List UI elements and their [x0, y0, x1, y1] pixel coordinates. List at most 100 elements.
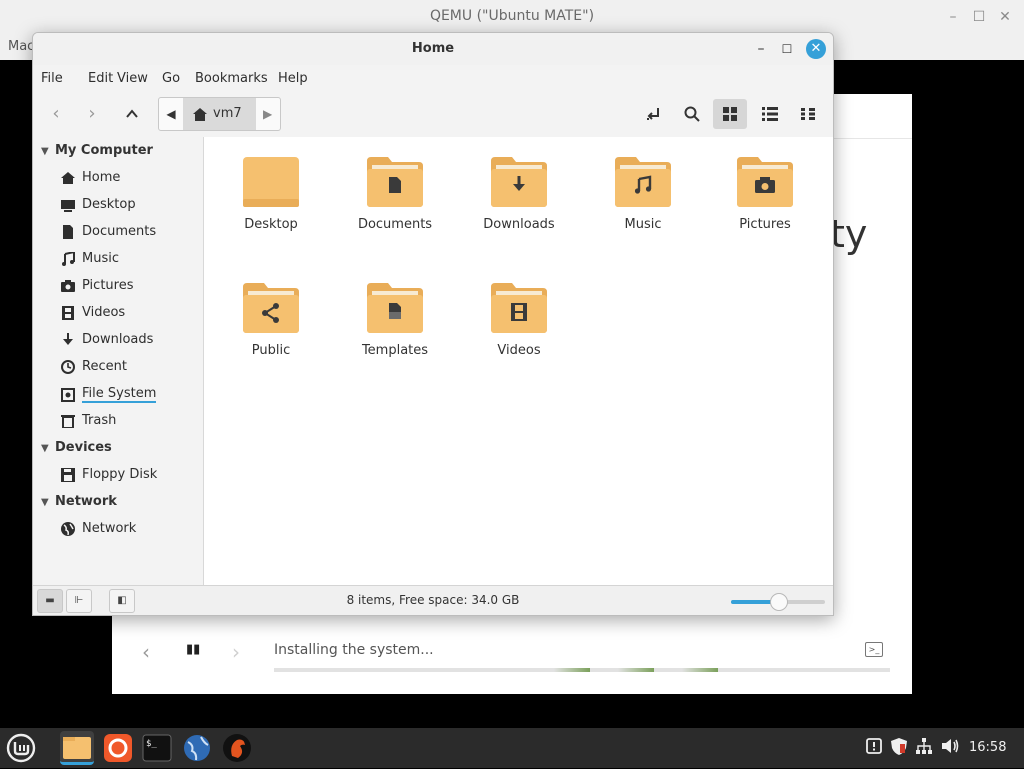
- sidebar-item-network[interactable]: Network: [61, 521, 136, 536]
- sidebar-item-videos[interactable]: Videos: [61, 305, 125, 320]
- sidebar-item-downloads[interactable]: Downloads: [61, 332, 153, 347]
- mint-menu-button[interactable]: [4, 731, 38, 765]
- window-title: Home: [411, 41, 455, 56]
- show-places-button[interactable]: ▬: [37, 589, 63, 613]
- folder-item-public[interactable]: Public: [216, 281, 326, 358]
- volume-icon[interactable]: [942, 738, 960, 758]
- folder-label: Desktop: [244, 217, 298, 232]
- sidebar-item-floppy-disk[interactable]: Floppy Disk: [61, 467, 157, 482]
- back-button[interactable]: ‹: [39, 99, 73, 129]
- update-notification-icon[interactable]: [866, 738, 882, 758]
- collapse-triangle-icon: ▼: [41, 146, 49, 157]
- folder-item-music[interactable]: Music: [588, 155, 698, 232]
- terminal-toggle-icon[interactable]: >_: [865, 642, 883, 657]
- qemu-title: QEMU ("Ubuntu MATE"): [429, 8, 595, 24]
- folder-icon: [63, 737, 91, 759]
- taskbar-installer-button[interactable]: [220, 731, 254, 765]
- forward-button[interactable]: ›: [75, 99, 109, 129]
- sidebar-section-network[interactable]: ▼ Network: [41, 494, 117, 509]
- sidebar-section-my-computer[interactable]: ▼ My Computer: [41, 143, 153, 158]
- download-icon: [63, 332, 73, 345]
- sidebar-item-trash[interactable]: Trash: [61, 413, 116, 428]
- compact-view-button[interactable]: [791, 99, 825, 129]
- taskbar-browser-button[interactable]: [180, 731, 214, 765]
- folder-item-documents[interactable]: Documents: [340, 155, 450, 232]
- folder-public-icon: [243, 283, 299, 333]
- installer-footer: ‹ ▮▮ ›: [112, 624, 912, 694]
- icon-view-button[interactable]: [713, 99, 747, 129]
- list-view-button[interactable]: [753, 99, 787, 129]
- svg-text:$_: $_: [146, 739, 157, 749]
- trash-icon: [61, 414, 75, 428]
- fm-titlebar: Home – ☐ ✕: [33, 33, 833, 65]
- music-icon: [62, 251, 75, 266]
- taskbar: $_ 16:58: [0, 728, 1024, 768]
- sidebar-section-devices[interactable]: ▼ Devices: [41, 440, 112, 455]
- open-terminal-button[interactable]: [637, 99, 671, 129]
- menubar: File Edit View Go Bookmarks Help: [33, 67, 833, 91]
- taskbar-files-button[interactable]: [60, 731, 94, 765]
- sidebar-item-home[interactable]: Home: [61, 170, 120, 185]
- menu-go[interactable]: Go: [162, 71, 180, 86]
- search-button[interactable]: [675, 99, 709, 129]
- shield-icon[interactable]: [891, 738, 907, 759]
- folder-item-desktop[interactable]: Desktop: [216, 155, 326, 232]
- taskbar-firefox-button[interactable]: [101, 731, 135, 765]
- up-button[interactable]: [115, 99, 149, 129]
- maximize-button[interactable]: ☐: [777, 39, 797, 59]
- sidebar-item-file-system[interactable]: File System: [61, 386, 157, 403]
- menu-view[interactable]: View: [117, 71, 148, 86]
- sidebar-item-music[interactable]: Music: [61, 251, 119, 266]
- path-right-arrow[interactable]: ▶: [256, 98, 280, 130]
- installer-status-text: Installing the system...: [274, 642, 434, 658]
- installer-next-icon[interactable]: ›: [232, 640, 240, 664]
- folder-music-icon: [615, 157, 671, 207]
- qemu-close-button[interactable]: ✕: [994, 6, 1016, 28]
- installer-progress-bar: [274, 668, 890, 672]
- collapse-triangle-icon: ▼: [41, 497, 49, 508]
- film-icon: [62, 305, 74, 320]
- folder-item-templates[interactable]: Templates: [340, 281, 450, 358]
- menu-edit[interactable]: Edit: [88, 71, 113, 86]
- sidebar-item-recent[interactable]: Recent: [61, 359, 127, 374]
- home-icon: [193, 107, 207, 121]
- menu-file[interactable]: File: [41, 71, 63, 86]
- path-left-arrow[interactable]: ◀: [159, 98, 183, 130]
- folder-item-downloads[interactable]: Downloads: [464, 155, 574, 232]
- search-icon: [684, 106, 700, 122]
- installer-pause-icon[interactable]: ▮▮: [186, 642, 200, 657]
- statusbar: ▬ ⊩ ◧ 8 items, Free space: 34.0 GB: [33, 585, 833, 615]
- minimize-button[interactable]: –: [751, 39, 771, 59]
- grid-icon: [723, 107, 737, 121]
- qemu-minimize-button[interactable]: –: [942, 6, 964, 28]
- folder-item-pictures[interactable]: Pictures: [712, 155, 818, 232]
- camera-icon: [61, 279, 75, 292]
- path-crumb-home[interactable]: vm7: [183, 98, 256, 130]
- folder-videos-icon: [491, 283, 547, 333]
- qemu-menu-machine[interactable]: Mac: [8, 39, 34, 54]
- network-status-icon[interactable]: [916, 738, 932, 758]
- sidebar-item-pictures[interactable]: Pictures: [61, 278, 133, 293]
- folder-item-videos[interactable]: Videos: [464, 281, 574, 358]
- list-icon: [762, 107, 778, 121]
- sidebar-item-documents[interactable]: Documents: [61, 224, 156, 239]
- file-manager-window: Home – ☐ ✕ File Edit View Go Bookmarks H…: [32, 32, 834, 616]
- hide-sidebar-button[interactable]: ◧: [109, 589, 135, 613]
- documents-icon: [63, 224, 73, 239]
- menu-help[interactable]: Help: [278, 71, 308, 86]
- installer-prev-icon[interactable]: ‹: [142, 640, 150, 664]
- menu-bookmarks[interactable]: Bookmarks: [195, 71, 268, 86]
- taskbar-terminal-button[interactable]: $_: [140, 731, 174, 765]
- zoom-slider[interactable]: [731, 593, 825, 611]
- sidebar-item-desktop[interactable]: Desktop: [61, 197, 136, 212]
- home-icon: [61, 171, 75, 184]
- globe-icon: [61, 521, 75, 536]
- show-tree-button[interactable]: ⊩: [66, 589, 92, 613]
- qemu-maximize-button[interactable]: ☐: [968, 6, 990, 28]
- status-text: 8 items, Free space: 34.0 GB: [346, 593, 520, 607]
- qemu-titlebar: QEMU ("Ubuntu MATE") – ☐ ✕: [0, 0, 1024, 34]
- folder-label: Documents: [357, 217, 433, 232]
- zoom-knob[interactable]: [770, 593, 788, 611]
- close-button[interactable]: ✕: [806, 39, 826, 59]
- clock[interactable]: 16:58: [969, 740, 1006, 755]
